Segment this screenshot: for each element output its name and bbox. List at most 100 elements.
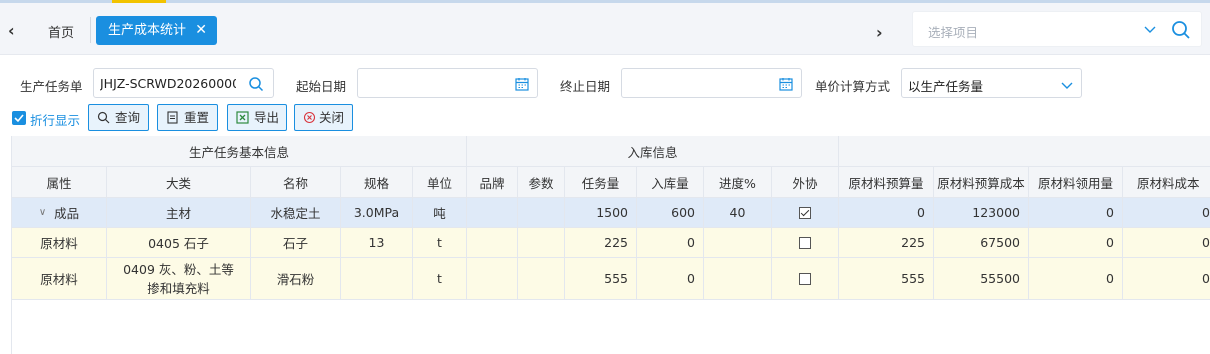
project-select[interactable]: 选择项目 bbox=[912, 11, 1202, 47]
close-icon[interactable]: ✕ bbox=[195, 16, 207, 45]
group-header-inbound: 入库信息 bbox=[467, 136, 839, 167]
chevron-down-icon bbox=[1061, 82, 1073, 89]
cost-table: 生产任务基本信息 入库信息 属性 大类 名称 规格 单位 品牌 参数 任务量 入… bbox=[11, 136, 1210, 354]
table-row-cell-attr: 原材料 bbox=[12, 258, 107, 300]
start-date-label: 起始日期 bbox=[296, 79, 347, 94]
column-header-mat-cost[interactable]: 原材料成本 bbox=[1123, 167, 1210, 198]
row-attr-text: 成品 bbox=[54, 206, 80, 221]
table-row-cell-brand bbox=[467, 198, 518, 228]
table-row-cell-budget-cost: 55500 bbox=[934, 258, 1029, 300]
search-icon[interactable] bbox=[1171, 20, 1191, 40]
search-icon bbox=[97, 111, 110, 124]
column-header-unit[interactable]: 单位 bbox=[413, 167, 467, 198]
table-row-cell-in-qty: 0 bbox=[637, 258, 704, 300]
table-row-cell-brand bbox=[467, 228, 518, 258]
chevron-down-icon bbox=[1144, 26, 1156, 33]
table-row-cell-progress bbox=[704, 258, 772, 300]
table-row-cell-budget-cost: 67500 bbox=[934, 228, 1029, 258]
column-header-budget-qty[interactable]: 原材料预算量 bbox=[839, 167, 934, 198]
reset-button[interactable]: 重置 bbox=[157, 104, 218, 131]
table-row-cell-brand bbox=[467, 258, 518, 300]
column-header-attr[interactable]: 属性 bbox=[12, 167, 107, 198]
close-button[interactable]: 关闭 bbox=[294, 104, 353, 131]
column-header-name[interactable]: 名称 bbox=[251, 167, 341, 198]
table-row-cell-used-qty: 0 bbox=[1029, 258, 1123, 300]
column-header-budget-cost[interactable]: 原材料预算成本 bbox=[934, 167, 1029, 198]
table-row-cell-outsource bbox=[772, 198, 839, 228]
table-row-cell-name: 石子 bbox=[251, 228, 341, 258]
table-row-cell-used-qty: 0 bbox=[1029, 228, 1123, 258]
table-row-cell-budget-qty: 0 bbox=[839, 198, 934, 228]
task-order-input[interactable]: JHJZ-SCRWD20260000 bbox=[93, 68, 274, 98]
table-row-cell-unit: t bbox=[413, 258, 467, 300]
close-circle-icon bbox=[303, 111, 316, 124]
end-date-label: 终止日期 bbox=[560, 79, 611, 94]
group-header-material bbox=[839, 136, 1210, 167]
table-row-cell-spec: 13 bbox=[341, 228, 413, 258]
task-order-label: 生产任务单 bbox=[20, 79, 83, 94]
column-header-spec[interactable]: 规格 bbox=[341, 167, 413, 198]
table-row-cell-task-qty: 1500 bbox=[565, 198, 637, 228]
column-header-param[interactable]: 参数 bbox=[518, 167, 565, 198]
expand-chevron-icon[interactable]: ∨ bbox=[39, 207, 46, 218]
column-header-progress[interactable]: 进度% bbox=[704, 167, 772, 198]
table-row-cell-spec: 3.0MPa bbox=[341, 198, 413, 228]
table-row-cell-category: 0409 灰、粉、土等掺和填充料 bbox=[107, 258, 251, 300]
export-button[interactable]: 导出 bbox=[227, 104, 287, 131]
table-row-cell-unit: 吨 bbox=[413, 198, 467, 228]
calendar-icon[interactable] bbox=[778, 76, 794, 92]
table-row-cell-param bbox=[518, 228, 565, 258]
table-row-cell-mat-cost: 0 bbox=[1123, 228, 1210, 258]
table-row-cell-budget-qty: 555 bbox=[839, 258, 934, 300]
table-row-cell-name: 水稳定土 bbox=[251, 198, 341, 228]
reset-button-label: 重置 bbox=[184, 110, 210, 125]
outsource-checkbox[interactable] bbox=[799, 206, 811, 219]
calendar-icon[interactable] bbox=[514, 76, 530, 92]
tab-prev-chevron-icon[interactable]: ‹ bbox=[8, 21, 24, 41]
table-row-cell-unit: t bbox=[413, 228, 467, 258]
price-method-label: 单价计算方式 bbox=[815, 79, 891, 94]
table-row-cell-in-qty: 600 bbox=[637, 198, 704, 228]
wrap-display-checkbox[interactable] bbox=[12, 111, 26, 125]
tab-production-cost-label: 生产成本统计 bbox=[108, 23, 187, 38]
document-icon bbox=[167, 111, 178, 124]
column-header-brand[interactable]: 品牌 bbox=[467, 167, 518, 198]
tab-divider bbox=[90, 17, 91, 43]
price-method-select[interactable]: 以生产任务量 bbox=[901, 68, 1082, 98]
table-row-cell-in-qty: 0 bbox=[637, 228, 704, 258]
column-header-outsource[interactable]: 外协 bbox=[772, 167, 839, 198]
table-row-cell-outsource bbox=[772, 228, 839, 258]
tab-production-cost[interactable]: 生产成本统计 ✕ bbox=[96, 16, 217, 45]
outsource-checkbox[interactable] bbox=[799, 272, 811, 285]
tab-next-chevron-icon[interactable]: › bbox=[876, 23, 883, 42]
table-row-cell-category: 主材 bbox=[107, 198, 251, 228]
tab-home[interactable]: 首页 bbox=[48, 22, 74, 41]
column-header-in-qty[interactable]: 入库量 bbox=[637, 167, 704, 198]
close-button-label: 关闭 bbox=[319, 110, 345, 125]
table-row-cell-progress bbox=[704, 228, 772, 258]
table-row-cell-param bbox=[518, 198, 565, 228]
table-row-cell-param bbox=[518, 258, 565, 300]
column-header-used-qty[interactable]: 原材料领用量 bbox=[1029, 167, 1123, 198]
tab-bar: ‹ 首页 生产成本统计 ✕ › 选择项目 bbox=[0, 3, 1210, 55]
start-date-input[interactable] bbox=[357, 68, 538, 98]
table-row-cell-task-qty: 225 bbox=[565, 228, 637, 258]
wrap-display-label[interactable]: 折行显示 bbox=[30, 110, 80, 129]
outsource-checkbox[interactable] bbox=[799, 236, 811, 249]
end-date-input[interactable] bbox=[621, 68, 802, 98]
table-row-cell-attr: 原材料 bbox=[12, 228, 107, 258]
column-header-task-qty[interactable]: 任务量 bbox=[565, 167, 637, 198]
checkmark-icon bbox=[14, 114, 24, 123]
project-select-placeholder: 选择项目 bbox=[928, 25, 979, 40]
column-header-category[interactable]: 大类 bbox=[107, 167, 251, 198]
search-icon[interactable] bbox=[248, 76, 264, 92]
table-row-cell-progress: 40 bbox=[704, 198, 772, 228]
table-row-cell-task-qty: 555 bbox=[565, 258, 637, 300]
table-row-cell-used-qty: 0 bbox=[1029, 198, 1123, 228]
query-button-label: 查询 bbox=[115, 110, 141, 125]
table-row-cell-attr[interactable]: ∨ 成品 bbox=[12, 198, 107, 228]
table-row-cell-budget-cost: 123000 bbox=[934, 198, 1029, 228]
query-button[interactable]: 查询 bbox=[88, 104, 149, 131]
group-header-basic: 生产任务基本信息 bbox=[12, 136, 467, 167]
table-row-cell-mat-cost: 0 bbox=[1123, 258, 1210, 300]
